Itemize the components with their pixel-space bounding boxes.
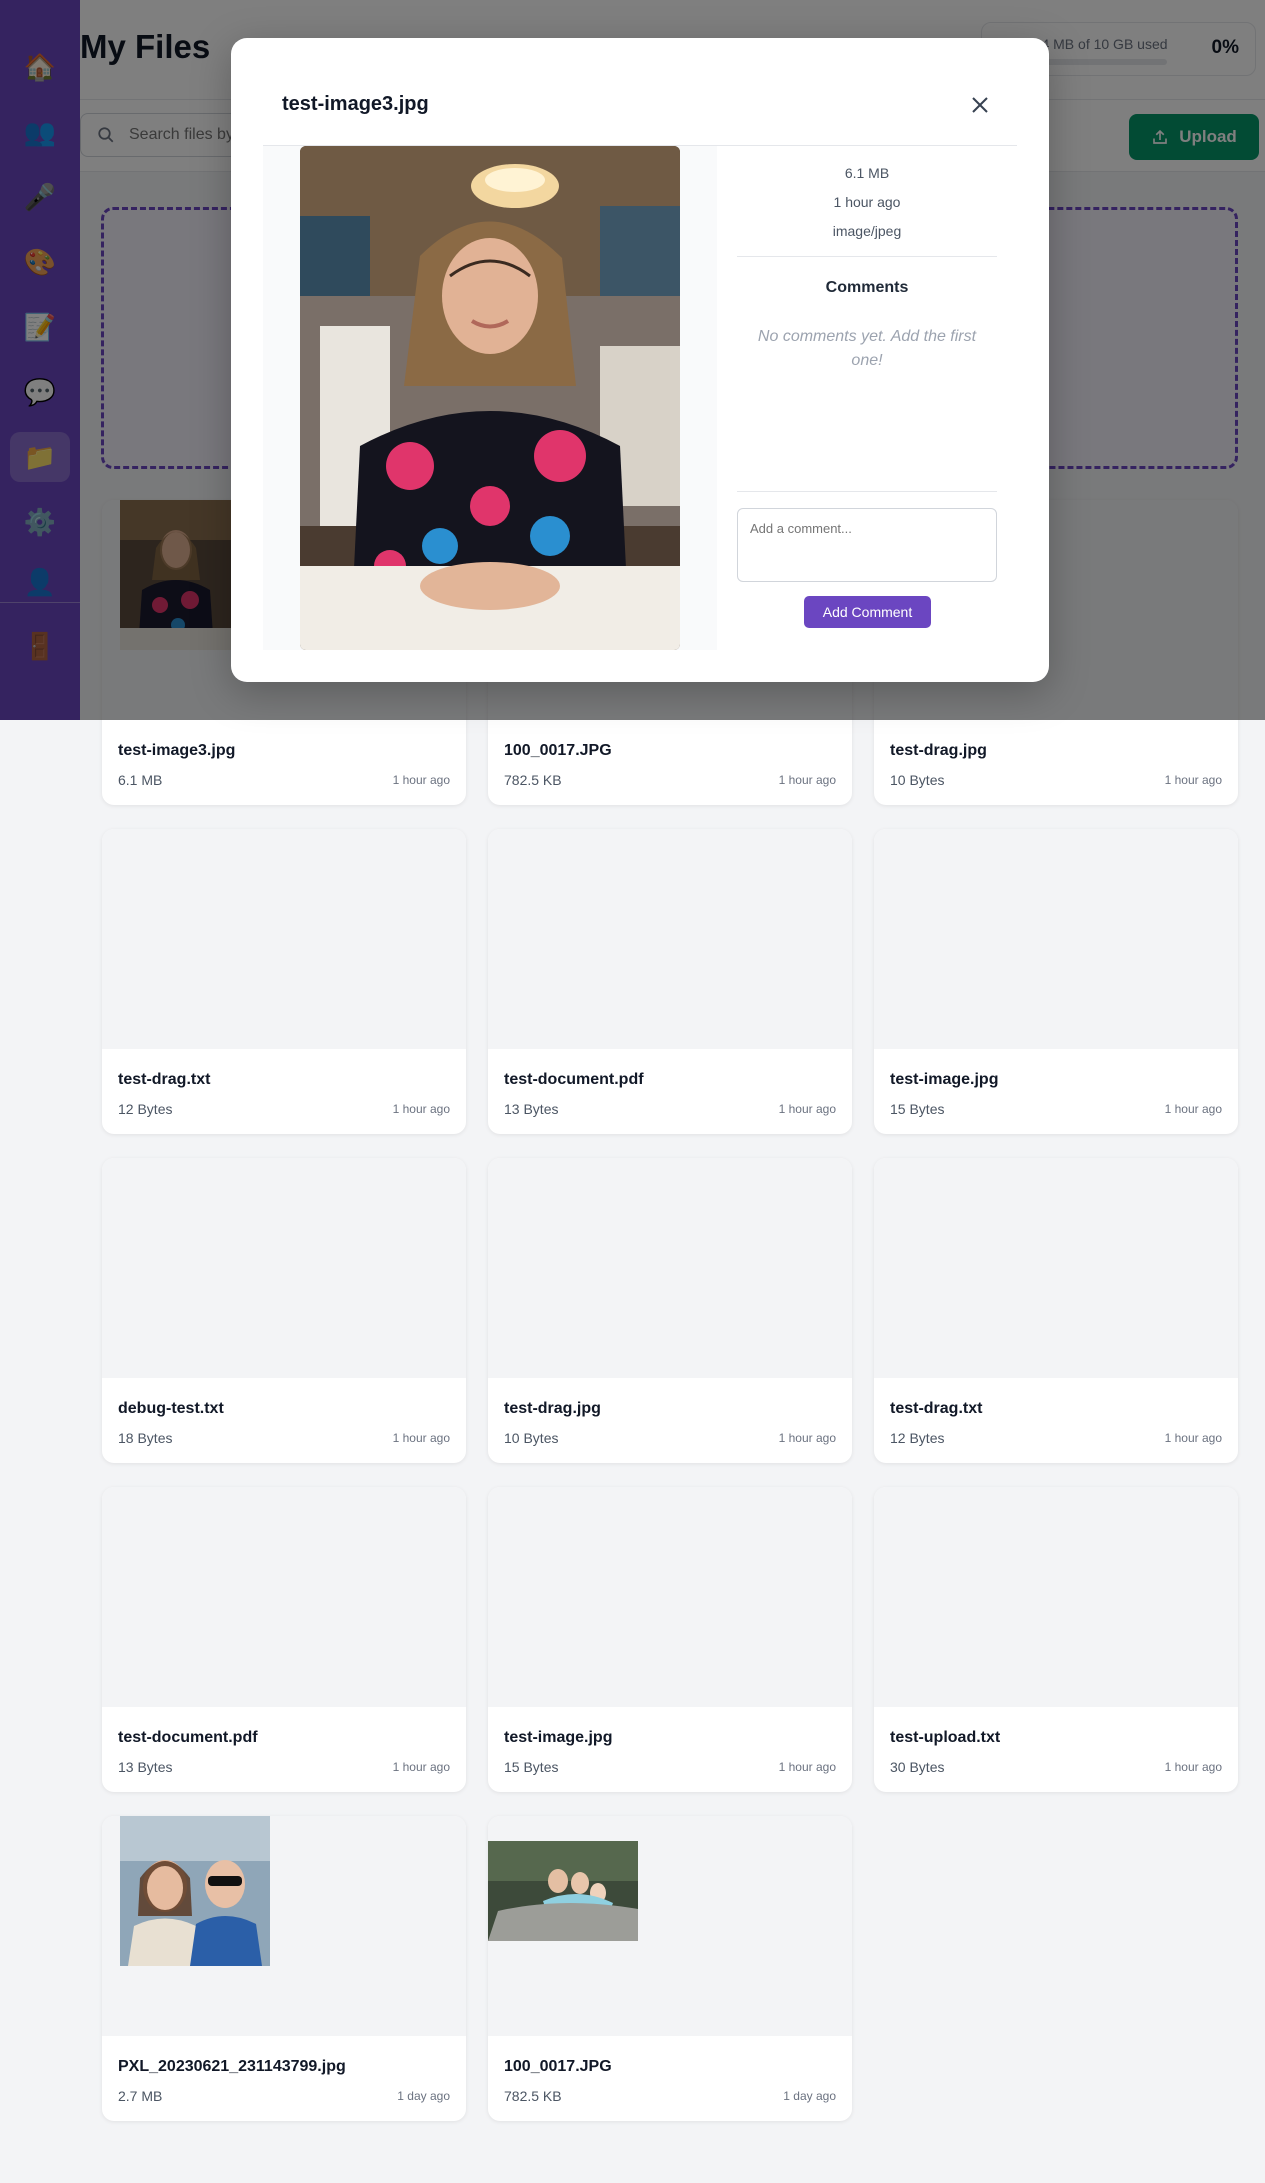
file-time: 1 day ago — [783, 2089, 836, 2103]
file-time: 1 hour ago — [392, 1431, 450, 1445]
file-size: 782.5 KB — [504, 772, 562, 788]
file-name: test-document.pdf — [118, 1729, 258, 1746]
photo-woman-at-table — [300, 146, 680, 650]
close-icon — [972, 97, 988, 113]
file-name: debug-test.txt — [118, 1400, 224, 1417]
file-card[interactable]: test-document.pdf 13 Bytes 1 hour ago — [102, 1487, 466, 1792]
file-name: test-image.jpg — [504, 1729, 613, 1746]
file-thumbnail — [488, 1158, 852, 1378]
file-time: 1 hour ago — [392, 1760, 450, 1774]
modal-title: test-image3.jpg — [282, 93, 429, 115]
file-thumbnail — [488, 829, 852, 1049]
file-size-meta: 6.1 MB — [844, 165, 890, 181]
file-time: 1 hour ago — [778, 1760, 836, 1774]
comments-heading: Comments — [825, 279, 909, 296]
file-size: 13 Bytes — [118, 1759, 173, 1775]
file-name: test-image.jpg — [890, 1071, 999, 1088]
file-size: 13 Bytes — [504, 1101, 559, 1117]
file-thumbnail — [488, 1816, 852, 2036]
file-card[interactable]: test-upload.txt 30 Bytes 1 hour ago — [874, 1487, 1238, 1792]
file-size: 15 Bytes — [890, 1101, 945, 1117]
file-size: 2.7 MB — [118, 2088, 163, 2104]
file-name: test-image3.jpg — [118, 742, 236, 759]
info-divider — [737, 256, 997, 257]
file-size: 6.1 MB — [118, 772, 163, 788]
file-thumbnail — [102, 1487, 466, 1707]
file-card[interactable]: 100_0017.JPG 782.5 KB 1 day ago — [488, 1816, 852, 2121]
file-size: 782.5 KB — [504, 2088, 562, 2104]
file-name: test-upload.txt — [890, 1729, 1001, 1746]
file-card[interactable]: test-drag.txt 12 Bytes 1 hour ago — [874, 1158, 1238, 1463]
close-button[interactable] — [965, 90, 995, 120]
file-time: 1 hour ago — [778, 1102, 836, 1116]
image-preview-pane — [263, 146, 717, 650]
file-time: 1 hour ago — [1164, 1102, 1222, 1116]
file-size: 18 Bytes — [118, 1430, 173, 1446]
file-name: test-document.pdf — [504, 1071, 644, 1088]
file-size: 30 Bytes — [890, 1759, 945, 1775]
file-card[interactable]: test-image.jpg 15 Bytes 1 hour ago — [488, 1487, 852, 1792]
file-size: 15 Bytes — [504, 1759, 559, 1775]
file-time: 1 hour ago — [392, 773, 450, 787]
file-thumbnail — [102, 829, 466, 1049]
file-thumbnail — [102, 1816, 466, 2036]
file-time: 1 hour ago — [778, 1431, 836, 1445]
photo-thumbnail-selfie — [120, 1816, 270, 1966]
file-card[interactable]: test-drag.jpg 10 Bytes 1 hour ago — [488, 1158, 852, 1463]
file-thumbnail — [874, 1158, 1238, 1378]
file-preview-modal: test-image3.jpg 6.1 MB 1 hour ago image/… — [231, 38, 1049, 682]
file-card[interactable]: test-drag.txt 12 Bytes 1 hour ago — [102, 829, 466, 1134]
file-time: 1 hour ago — [1164, 773, 1222, 787]
file-card[interactable]: PXL_20230621_231143799.jpg 2.7 MB 1 day … — [102, 1816, 466, 2121]
file-thumbnail — [488, 1487, 852, 1707]
file-thumbnail — [102, 1158, 466, 1378]
file-name: test-drag.jpg — [504, 1400, 601, 1417]
file-card[interactable]: test-document.pdf 13 Bytes 1 hour ago — [488, 829, 852, 1134]
file-size: 12 Bytes — [890, 1430, 945, 1446]
file-type-meta: image/jpeg — [832, 223, 902, 239]
add-comment-button[interactable]: Add Comment — [804, 596, 931, 628]
no-comments-message: No comments yet. Add the first one! — [757, 328, 977, 369]
file-size: 10 Bytes — [504, 1430, 559, 1446]
photo-thumbnail-rock — [488, 1841, 638, 1941]
file-name: test-drag.txt — [890, 1400, 983, 1417]
file-card[interactable]: debug-test.txt 18 Bytes 1 hour ago — [102, 1158, 466, 1463]
comments-divider — [737, 491, 997, 492]
file-name: PXL_20230621_231143799.jpg — [118, 2058, 346, 2075]
file-thumbnail — [874, 829, 1238, 1049]
file-name: test-drag.jpg — [890, 742, 987, 759]
file-card[interactable]: test-image.jpg 15 Bytes 1 hour ago — [874, 829, 1238, 1134]
file-time: 1 hour ago — [1164, 1760, 1222, 1774]
file-info-panel: 6.1 MB 1 hour ago image/jpeg Comments No… — [737, 146, 997, 373]
file-time: 1 hour ago — [1164, 1431, 1222, 1445]
file-name: 100_0017.JPG — [504, 742, 612, 759]
file-thumbnail — [874, 1487, 1238, 1707]
image-preview — [300, 146, 680, 650]
file-name: test-drag.txt — [118, 1071, 211, 1088]
file-size: 10 Bytes — [890, 772, 945, 788]
file-uploaded-meta: 1 hour ago — [833, 194, 901, 210]
file-time: 1 day ago — [397, 2089, 450, 2103]
file-time: 1 hour ago — [392, 1102, 450, 1116]
file-time: 1 hour ago — [778, 773, 836, 787]
file-name: 100_0017.JPG — [504, 2058, 612, 2075]
file-size: 12 Bytes — [118, 1101, 173, 1117]
comment-input[interactable] — [737, 508, 997, 582]
